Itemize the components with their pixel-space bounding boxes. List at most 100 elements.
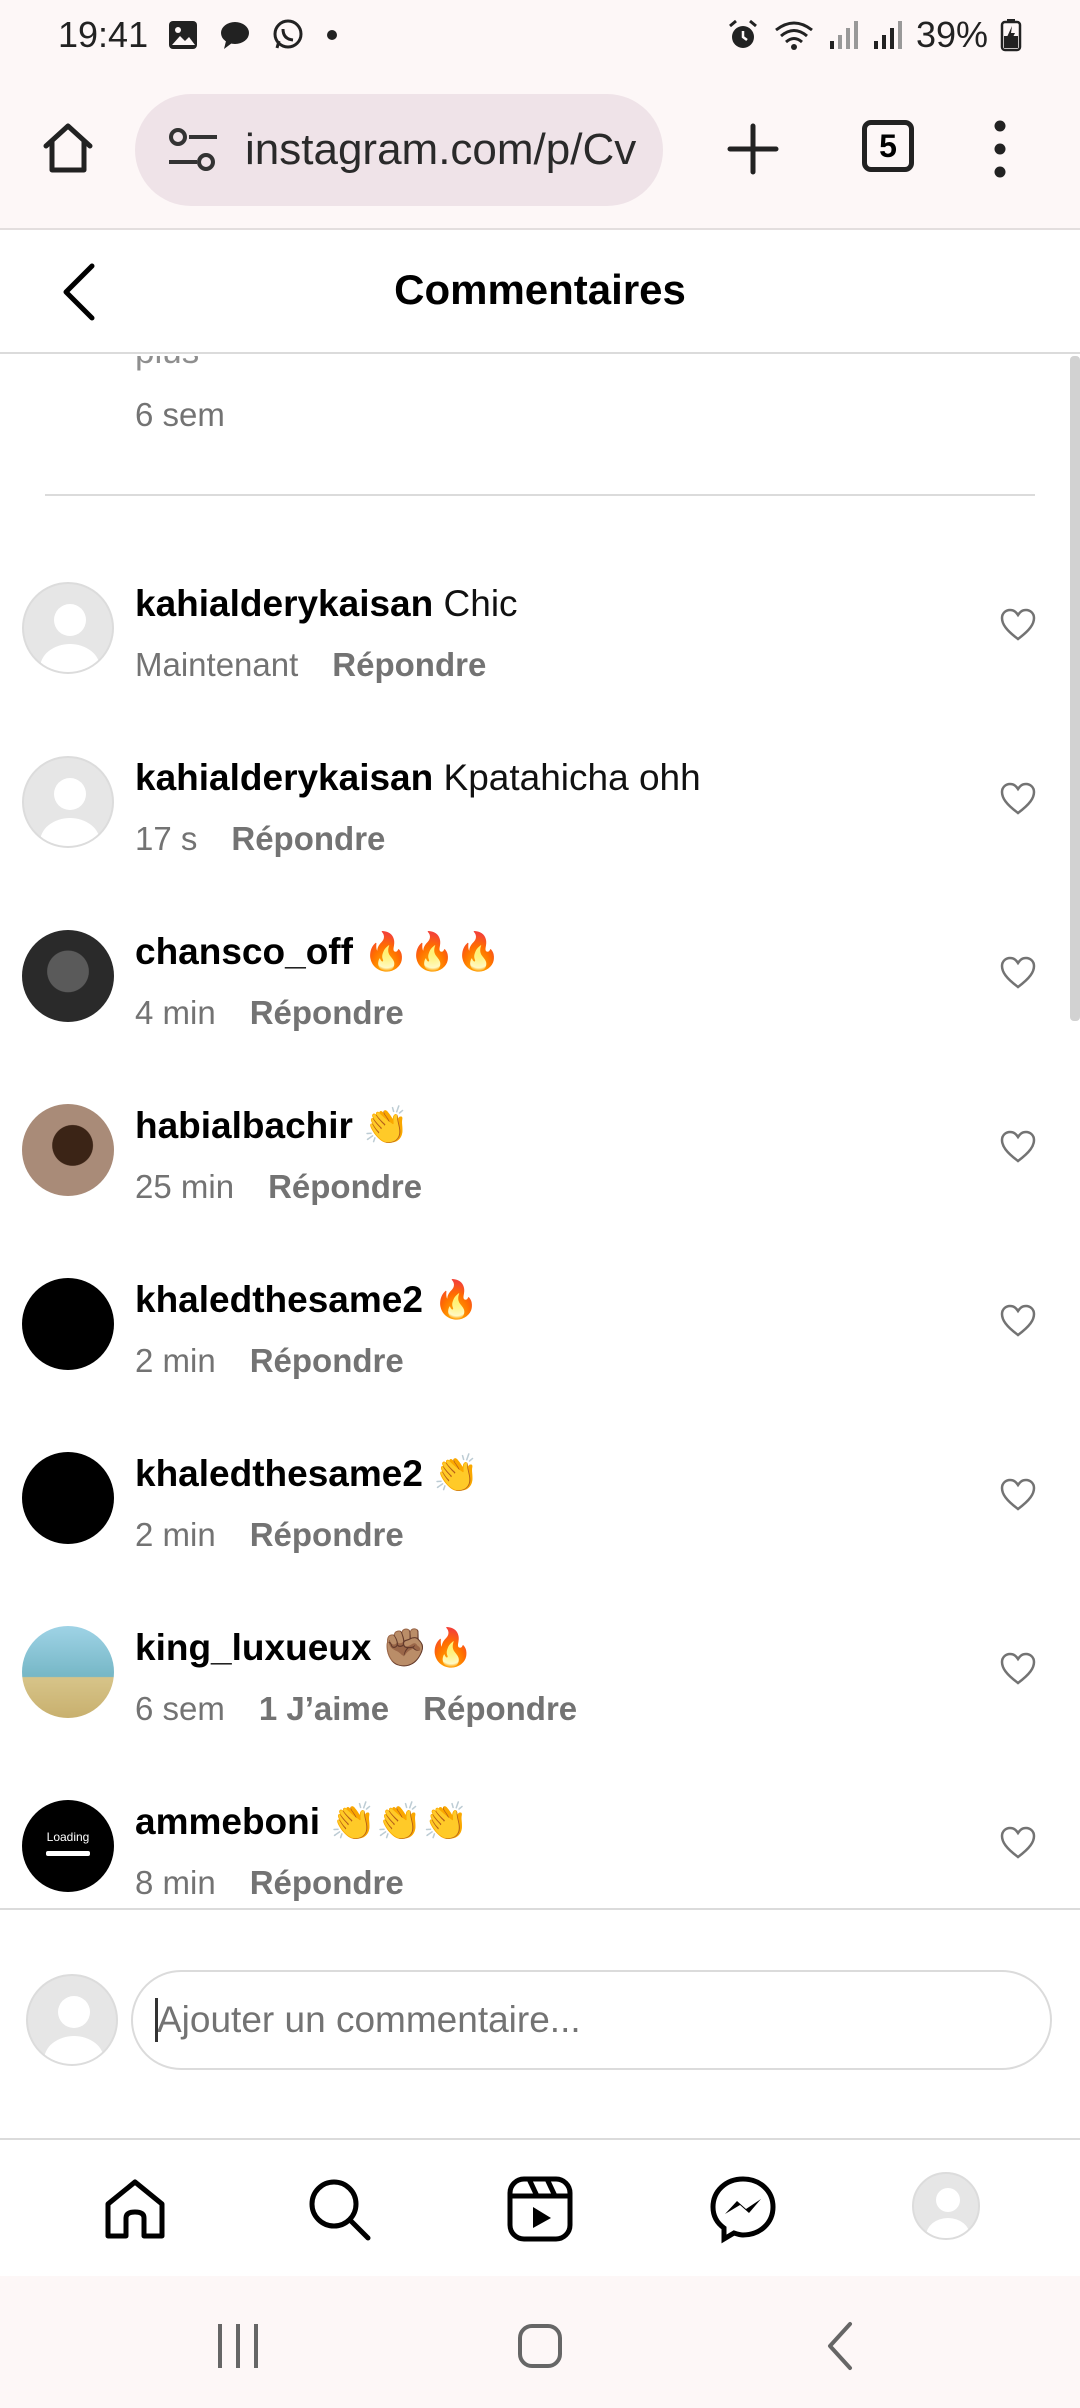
- comment-username[interactable]: khaledthesame2: [135, 1453, 423, 1494]
- comment-username[interactable]: habialbachir: [135, 1105, 353, 1146]
- heart-icon[interactable]: [1000, 782, 1036, 816]
- comment-username[interactable]: chansco_off: [135, 931, 353, 972]
- comment-body: habialbachir 👏: [135, 1105, 409, 1148]
- comment-time: 2 min: [135, 1342, 216, 1379]
- comments-list[interactable]: plus 6 sem kahialderykaisan Chic Maintena…: [0, 356, 1080, 1908]
- comment-body: ammeboni 👏👏👏: [135, 1801, 469, 1844]
- comment-body: khaledthesame2 👏: [135, 1453, 479, 1496]
- comment-row: Loading ammeboni 👏👏👏 8 min Répondre: [0, 1780, 1080, 1908]
- comment-text: Kpatahicha ohh: [443, 757, 701, 798]
- comment-time: 17 s: [135, 820, 198, 857]
- comment-time: Maintenant: [135, 646, 299, 683]
- avatar[interactable]: [22, 1626, 114, 1718]
- status-bar: 19:41 39%: [0, 0, 1080, 70]
- comment-meta: 25 min Répondre: [135, 1168, 422, 1206]
- url-text: instagram.com/p/Cv: [245, 125, 637, 174]
- whatsapp-icon: [270, 17, 306, 53]
- heart-icon[interactable]: [1000, 956, 1036, 990]
- back-icon[interactable]: [812, 2316, 872, 2376]
- home-circle-icon[interactable]: [510, 2316, 570, 2376]
- alarm-icon: [726, 18, 760, 52]
- comment-meta: 2 min Répondre: [135, 1342, 404, 1380]
- reply-button[interactable]: Répondre: [250, 994, 404, 1032]
- comment-meta: 17 s Répondre: [135, 820, 385, 858]
- reply-button[interactable]: Répondre: [250, 1516, 404, 1554]
- comment-text: 👏👏👏: [330, 1801, 469, 1842]
- comment-time: 6 sem: [135, 396, 225, 433]
- comment-body: king_luxueux ✊🏽🔥: [135, 1627, 474, 1670]
- profile-avatar[interactable]: [912, 2172, 980, 2240]
- avatar: [26, 1974, 118, 2066]
- battery-percent: 39%: [915, 14, 988, 55]
- search-icon[interactable]: [302, 2172, 376, 2246]
- heart-icon[interactable]: [1000, 1130, 1036, 1164]
- comment-body: kahialderykaisan Kpatahicha ohh: [135, 757, 701, 799]
- reply-button[interactable]: Répondre: [250, 1342, 404, 1380]
- heart-icon[interactable]: [1000, 1652, 1036, 1686]
- reply-button[interactable]: Répondre: [268, 1168, 422, 1206]
- avatar[interactable]: [22, 756, 114, 848]
- more-link[interactable]: plus: [135, 356, 199, 372]
- recents-icon[interactable]: [208, 2316, 268, 2376]
- reply-button[interactable]: Répondre: [250, 1864, 404, 1902]
- avatar[interactable]: [22, 1104, 114, 1196]
- heart-icon[interactable]: [1000, 608, 1036, 642]
- divider: [45, 494, 1035, 496]
- comment-row: kahialderykaisan Kpatahicha ohh 17 s Répon…: [0, 736, 1080, 911]
- url-bar[interactable]: instagram.com/p/Cv: [135, 94, 663, 206]
- comment-username[interactable]: khaledthesame2: [135, 1279, 423, 1320]
- reply-button[interactable]: Répondre: [231, 820, 385, 858]
- comment-meta: Maintenant Répondre: [135, 646, 486, 684]
- comment-username[interactable]: kahialderykaisan: [135, 583, 433, 624]
- comment-row: khaledthesame2 👏 2 min Répondre: [0, 1432, 1080, 1607]
- tabs-icon[interactable]: 5: [862, 120, 914, 172]
- comment-row: kahialderykaisan Chic Maintenant Répondre: [0, 562, 1080, 737]
- comment-composer: [0, 1908, 1080, 2138]
- comment-likes[interactable]: 1 J’aime: [259, 1690, 389, 1728]
- avatar-loading-text: Loading: [46, 1830, 90, 1844]
- comment-time: 8 min: [135, 1864, 216, 1901]
- comment-row: chansco_off 🔥🔥🔥 4 min Répondre: [0, 910, 1080, 1085]
- page-title: Commentaires: [394, 266, 686, 313]
- heart-icon[interactable]: [1000, 1826, 1036, 1860]
- reels-icon[interactable]: [503, 2172, 577, 2246]
- heart-icon[interactable]: [1000, 1478, 1036, 1512]
- comment-text: 👏: [363, 1105, 410, 1146]
- comment-meta: 6 sem 1 J’aime Répondre: [135, 1690, 577, 1728]
- comment-time: 6 sem: [135, 1690, 225, 1727]
- comment-meta: 2 min Répondre: [135, 1516, 404, 1554]
- comment-body: kahialderykaisan Chic: [135, 583, 518, 625]
- avatar[interactable]: [22, 1278, 114, 1370]
- avatar[interactable]: [22, 1452, 114, 1544]
- comment-time: 2 min: [135, 1516, 216, 1553]
- messenger-icon[interactable]: [706, 2172, 780, 2246]
- comment-username[interactable]: king_luxueux: [135, 1627, 371, 1668]
- home-icon[interactable]: [38, 118, 98, 178]
- comment-row: king_luxueux ✊🏽🔥 6 sem 1 J’aime Répondre: [0, 1606, 1080, 1781]
- system-nav: [0, 2276, 1080, 2408]
- comment-row: habialbachir 👏 25 min Répondre: [0, 1084, 1080, 1259]
- signal-icon: [828, 19, 860, 51]
- reply-button[interactable]: Répondre: [423, 1690, 577, 1728]
- comment-time: 4 min: [135, 994, 216, 1031]
- comment-text: Chic: [443, 583, 518, 624]
- dot-icon: [324, 27, 340, 43]
- text-cursor: [155, 1998, 158, 2042]
- heart-icon[interactable]: [1000, 1304, 1036, 1338]
- bottom-nav: [0, 2138, 1080, 2276]
- comment-username[interactable]: ammeboni: [135, 1801, 320, 1842]
- more-vert-icon[interactable]: [990, 116, 1010, 182]
- comment-time: 25 min: [135, 1168, 235, 1205]
- home-icon[interactable]: [98, 2172, 172, 2246]
- comment-username[interactable]: kahialderykaisan: [135, 757, 433, 798]
- avatar[interactable]: [22, 930, 114, 1022]
- comment-text: 👏: [433, 1453, 480, 1494]
- avatar[interactable]: Loading: [22, 1800, 114, 1892]
- comment-text: 🔥🔥🔥: [363, 931, 502, 972]
- plus-icon[interactable]: [724, 120, 782, 178]
- comment-input[interactable]: [131, 1970, 1052, 2070]
- reply-button[interactable]: Répondre: [332, 646, 486, 684]
- site-settings-icon[interactable]: [165, 122, 221, 178]
- avatar[interactable]: [22, 582, 114, 674]
- comment-meta: 4 min Répondre: [135, 994, 404, 1032]
